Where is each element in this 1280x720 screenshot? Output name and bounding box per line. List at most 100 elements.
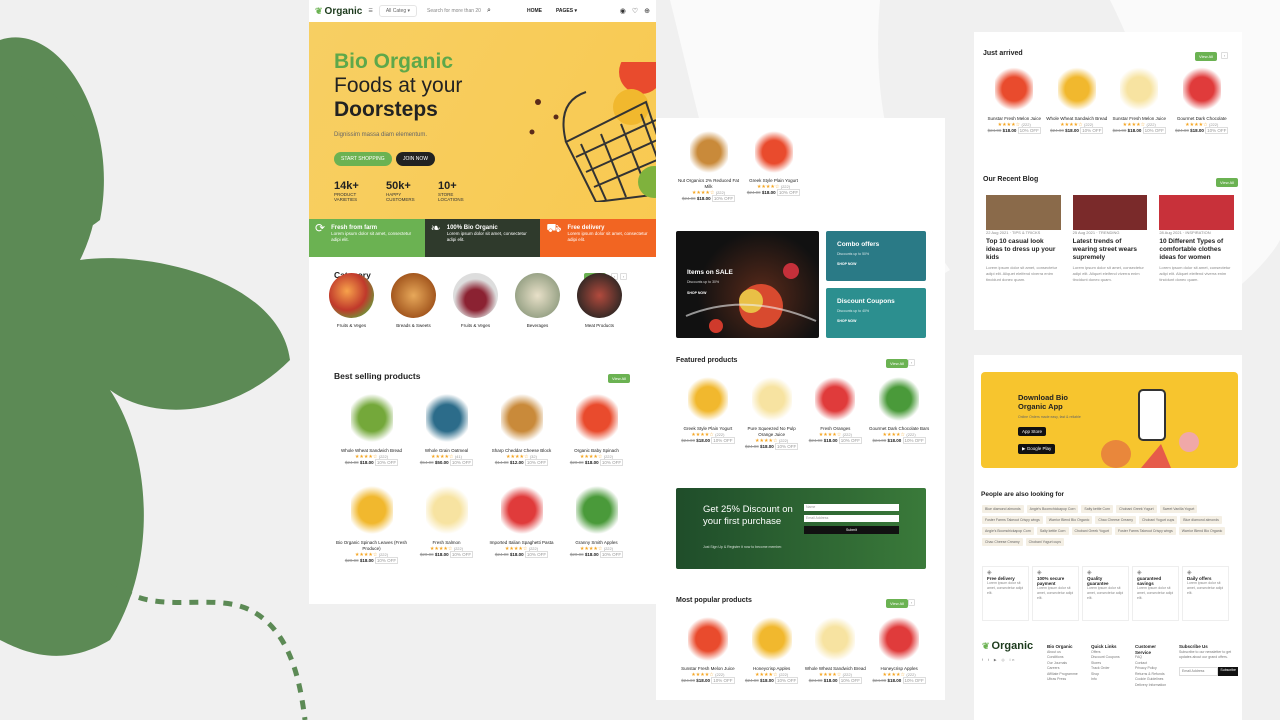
footer-link[interactable]: Ultras Press [1047,677,1083,683]
search-tag[interactable]: Chobani Greek Yogurt [1116,505,1157,513]
product-card[interactable]: Whole Grain Oatmeal ★★★★☆ (41) $54.00 $50.… [409,392,484,466]
search-tag[interactable]: Chobani Yogurt cups [1025,538,1064,546]
search-tag[interactable]: Angie's Boomchickapop Corn [1026,505,1079,513]
google-play-button[interactable]: ▶ Google Play [1018,444,1056,454]
product-card[interactable]: Greek Style Plain Yogurt ★★★★☆ (222) $24.0… [741,130,806,202]
footer-link[interactable]: Info [1091,677,1127,683]
product-card[interactable]: Organic Baby Spinach ★★★★☆ (222) $20.00 $1… [559,392,634,466]
category-item[interactable]: Beverages [515,273,560,328]
blog-post[interactable]: 22 Aug 2021 · TIPS & TRICKS Top 10 casual… [986,195,1061,283]
product-card[interactable]: Bio Organic Spinach Leaves (Fresh Produc… [334,484,409,564]
nav-home[interactable]: HOME [527,8,542,14]
next-arrow-icon[interactable]: › [908,359,915,366]
nav-pages[interactable]: PAGES ▾ [556,8,577,14]
product-card[interactable]: Pure Squeezed No Pulp Orange Juice ★★★★☆ … [740,376,804,450]
next-arrow-icon[interactable]: › [908,599,915,606]
truck-icon: ⛟ [546,221,562,235]
stat-locations: 10+ STORE LOCATIONS [438,180,464,202]
featured-title: Featured products [676,357,738,364]
subscribe-button[interactable]: Subscribe [1218,666,1238,676]
search-tag[interactable]: Chobani Yogurt cups [1138,516,1178,524]
search-tag[interactable]: Blue diamond almonds [982,505,1024,513]
product-card[interactable]: Sunstar Fresh Melon Juice ★★★★☆ (222) $24.… [1108,66,1171,134]
footer-logo[interactable]: ❦ Organic [982,641,1039,651]
product-card[interactable]: Sunstar Fresh Melon Juice ★★★★☆ (222) $24.… [983,66,1046,134]
product-card[interactable]: Imported Italian Spaghetti Pasta ★★★★☆ (2… [484,484,559,564]
search-tag[interactable]: Warrior Blend Bio Organic [1178,527,1226,535]
popular-view-all[interactable]: View All [886,599,908,608]
search-tag[interactable]: Chao Cheese Creamy [982,538,1023,546]
product-card[interactable]: Gourmet Dark Chocolate Bars ★★★★☆ (222) $2… [867,376,931,450]
search-tag[interactable]: Warrior Blend Bio Organic [1045,516,1093,524]
product-card[interactable]: Honeycrisp Apples ★★★★☆ (222) $24.00 $18.0… [867,616,931,684]
email-input[interactable]: Email Address [804,515,899,522]
product-image [879,616,920,662]
name-input[interactable]: Name [804,504,899,511]
search-tag[interactable]: Blue diamond almonds [1180,516,1222,524]
coupon-banner[interactable]: Discount Coupons Discounts up to 40% SHO… [826,288,926,338]
price: $24.00 $18.00 10% OFF [1112,127,1166,134]
product-card[interactable]: Whole Wheat Sandwich Bread ★★★★☆ (222) $24… [334,392,409,466]
user-icon[interactable]: ◉ [620,7,626,15]
search-tag[interactable]: Foster Farms Takeout Crispy wings [1114,527,1176,535]
search-tag[interactable]: Foster Farms Takeout Crispy wings [982,516,1043,524]
shop-now-link[interactable]: SHOP NOW [837,319,856,323]
product-card[interactable]: Whole Wheat Sandwich Bread ★★★★☆ (222) $24… [1046,66,1109,134]
price: $24.00 $18.00 10% OFF [681,437,735,444]
just-arrived-view-all[interactable]: View All [1195,52,1217,61]
category-select[interactable]: All Categ ▾ [378,5,418,17]
category-item[interactable]: Meat Products [577,273,622,328]
logo[interactable]: ❦ Organic [315,6,362,17]
product-card[interactable]: Whole Wheat Sandwich Bread ★★★★☆ (222) $24… [804,616,868,684]
next-arrow-icon[interactable]: › [1221,52,1228,59]
search-input[interactable]: Search for more than 20,0 [423,6,481,16]
fruit-splash-illustration [685,263,817,333]
shop-now-link[interactable]: SHOP NOW [837,262,856,266]
footer-link[interactable]: Delivery Information [1135,683,1171,689]
product-card[interactable]: Sunstar Fresh Melon Juice ★★★★☆ (222) $24.… [676,616,740,684]
subscribe-email-input[interactable]: Email Address [1179,666,1219,676]
hero-subtitle: Dignissim massa diam elementum. [334,132,428,138]
menu-icon[interactable]: ☰ [368,8,372,14]
wishlist-icon[interactable]: ♡ [632,7,638,15]
product-card[interactable]: Gourmet Dark Chocolate ★★★★☆ (222) $24.00 … [1171,66,1234,134]
price: $20.00 $18.00 10% OFF [344,557,399,564]
product-card[interactable]: Fresh Salmon ★★★★☆ (222) $20.00 $18.00 10%… [409,484,484,564]
product-card[interactable]: Granny Smith Apples ★★★★☆ (222) $20.00 $18… [559,484,634,564]
combo-banner[interactable]: Combo offers Discounts up to 50% SHOP NO… [826,231,926,281]
best-selling-view-all[interactable]: View All [608,374,630,383]
blog-post[interactable]: 25 Aug 2021 · TRENDING Latest trends of w… [1072,195,1148,283]
recycle-icon: ⟳ [315,221,326,235]
category-item[interactable]: Breads & Sweets [391,273,436,328]
cart-icon[interactable]: ⊕ [644,7,650,15]
search-icon[interactable]: ⌕ [487,7,491,15]
sale-banner[interactable]: Items on SALE Discounts up to 30% SHOP N… [676,231,819,338]
featured-view-all[interactable]: View All [886,359,908,368]
app-title: Download Bio Organic App [1018,393,1068,411]
footer-column: Bio Organic About us Conditions Our Journal… [1047,644,1083,688]
product-card[interactable]: Nut Organics 2% Reduced Fat Milk ★★★★☆ (2… [676,130,741,202]
shop-now-link[interactable]: SHOP NOW [687,291,706,295]
blog-image [1072,195,1148,230]
start-shopping-button[interactable]: START SHOPPING [334,152,392,166]
top-products: Nut Organics 2% Reduced Fat Milk ★★★★☆ (2… [676,130,806,202]
search-tag[interactable]: Salty kettle Corn [1081,505,1114,513]
app-store-button[interactable]: App Store [1018,427,1047,436]
search-tag[interactable]: Angie's Boomchickapop Corn [982,527,1034,535]
blog-view-all[interactable]: View All [1216,178,1238,187]
product-card[interactable]: Fresh Oranges ★★★★☆ (222) $24.00 $18.00 10… [804,376,868,450]
tag-list: Blue diamond almonds Angie's Boomchickapo… [982,505,1238,546]
blog-post[interactable]: 28 Aug 2021 · INSPIRATION 10 Different Ty… [1159,195,1234,283]
join-now-button[interactable]: JOIN NOW [396,152,435,166]
search-tag[interactable]: Chobani Greek Yogurt [1071,527,1112,535]
product-card[interactable]: Greek Style Plain Yogurt ★★★★☆ (222) $24.0… [676,376,740,450]
submit-button[interactable]: Submit [804,526,899,534]
social-icons[interactable]: f t ▶ ◎ in [982,658,1039,664]
category-item[interactable]: Fruits & Veges [453,273,498,328]
product-card[interactable]: Honeycrisp Apples ★★★★☆ (222) $24.00 $18.0… [740,616,804,684]
product-card[interactable]: Sharp Cheddar Cheese Block ★★★★☆ (32) $14.… [484,392,559,466]
search-tag[interactable]: Sweet Vanilla Yogurt [1159,505,1198,513]
category-item[interactable]: Fruits & Veges [329,273,374,328]
search-tag[interactable]: Salty kettle Corn [1036,527,1069,535]
search-tag[interactable]: Chao Cheese Creamy [1095,516,1136,524]
